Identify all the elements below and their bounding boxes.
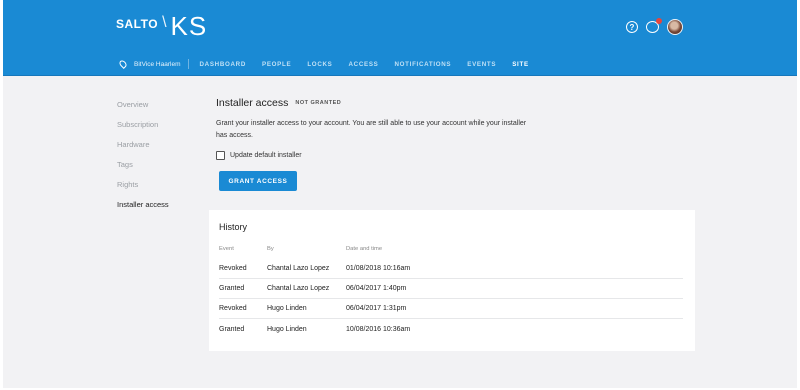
tab-site[interactable]: SITE [512,61,529,68]
tab-dashboard[interactable]: DASHBOARD [199,61,246,68]
table-row: Granted Hugo Linden 10/08/2016 10:36am [219,319,683,339]
datetime-cell: 06/04/2017 1:40pm [346,285,407,292]
user-avatar[interactable] [667,19,683,35]
by-cell: Hugo Linden [267,325,307,333]
notification-dot [656,18,662,24]
logo-brand: SALTO [116,17,159,31]
location-pin-icon [118,59,128,69]
description-text: Grant your installer access to your acco… [216,120,527,139]
main-nav: BitVice Haarlem DASHBOARD PEOPLE LOCKS A… [116,58,529,70]
notifications-icon[interactable] [646,18,662,33]
title-row: Installer access NOT GRANTED [216,97,696,109]
tab-notifications[interactable]: NOTIFICATIONS [394,61,451,68]
tab-access[interactable]: ACCESS [348,61,378,68]
history-table: Event By Date and time Revoked Chantal L… [219,243,683,339]
settings-sidebar: Overview Subscription Hardware Tags Righ… [117,100,169,209]
page-title: Installer access [216,97,289,109]
app-logo[interactable]: SALTO \ KS [116,13,207,39]
checkbox-label: Update default installer [230,152,302,159]
table-row: Revoked Chantal Lazo Lopez 01/08/2018 10… [219,259,683,279]
table-header: Event By Date and time [219,243,683,255]
datetime-cell: 10/08/2016 10:36am [346,325,411,333]
column-header-date: Date and time [346,246,383,252]
by-cell: Chantal Lazo Lopez [267,265,330,272]
by-cell: Chantal Lazo Lopez [267,285,330,292]
tab-locks[interactable]: LOCKS [307,61,332,68]
event-cell: Revoked [219,305,247,312]
top-header: SALTO \ KS ? BitVice Haarlem DASHBOARD P… [3,0,797,76]
nav-tabs: DASHBOARD PEOPLE LOCKS ACCESS NOTIFICATI… [199,61,528,68]
logo-product: KS [170,11,208,41]
sidebar-item-installer-access[interactable]: Installer access [117,200,169,209]
app-window: SALTO \ KS ? BitVice Haarlem DASHBOARD P… [3,0,797,388]
update-default-installer-option[interactable]: Update default installer [216,151,696,160]
event-cell: Granted [219,325,245,333]
datetime-cell: 01/08/2018 10:16am [346,265,411,272]
nav-divider [188,59,190,69]
sidebar-item-rights[interactable]: Rights [117,180,169,189]
site-selector[interactable]: BitVice Haarlem [134,61,180,68]
grant-access-button[interactable]: GRANT ACCESS [219,171,297,191]
tab-people[interactable]: PEOPLE [262,61,291,68]
history-title: History [219,222,248,232]
tab-events[interactable]: EVENTS [467,61,496,68]
status-badge: NOT GRANTED [295,100,342,106]
installer-access-panel: Installer access NOT GRANTED Grant your … [216,97,696,191]
event-cell: Revoked [219,265,247,272]
sidebar-item-hardware[interactable]: Hardware [117,140,169,149]
sidebar-item-subscription[interactable]: Subscription [117,120,169,129]
logo-slash: \ [162,14,167,31]
table-row: Revoked Hugo Linden 06/04/2017 1:31pm [219,299,683,319]
column-header-by: By [267,246,274,252]
help-icon[interactable]: ? [626,21,638,33]
by-cell: Hugo Linden [267,305,307,312]
column-header-event: Event [219,246,234,252]
sidebar-item-tags[interactable]: Tags [117,160,169,169]
update-default-installer-checkbox[interactable] [216,151,225,160]
header-actions: ? [626,18,683,35]
history-card: History Event By Date and time Revoked C… [209,210,695,351]
table-row: Granted Chantal Lazo Lopez 06/04/2017 1:… [219,279,683,299]
sidebar-item-overview[interactable]: Overview [117,100,169,109]
event-cell: Granted [219,285,245,292]
datetime-cell: 06/04/2017 1:31pm [346,305,407,312]
